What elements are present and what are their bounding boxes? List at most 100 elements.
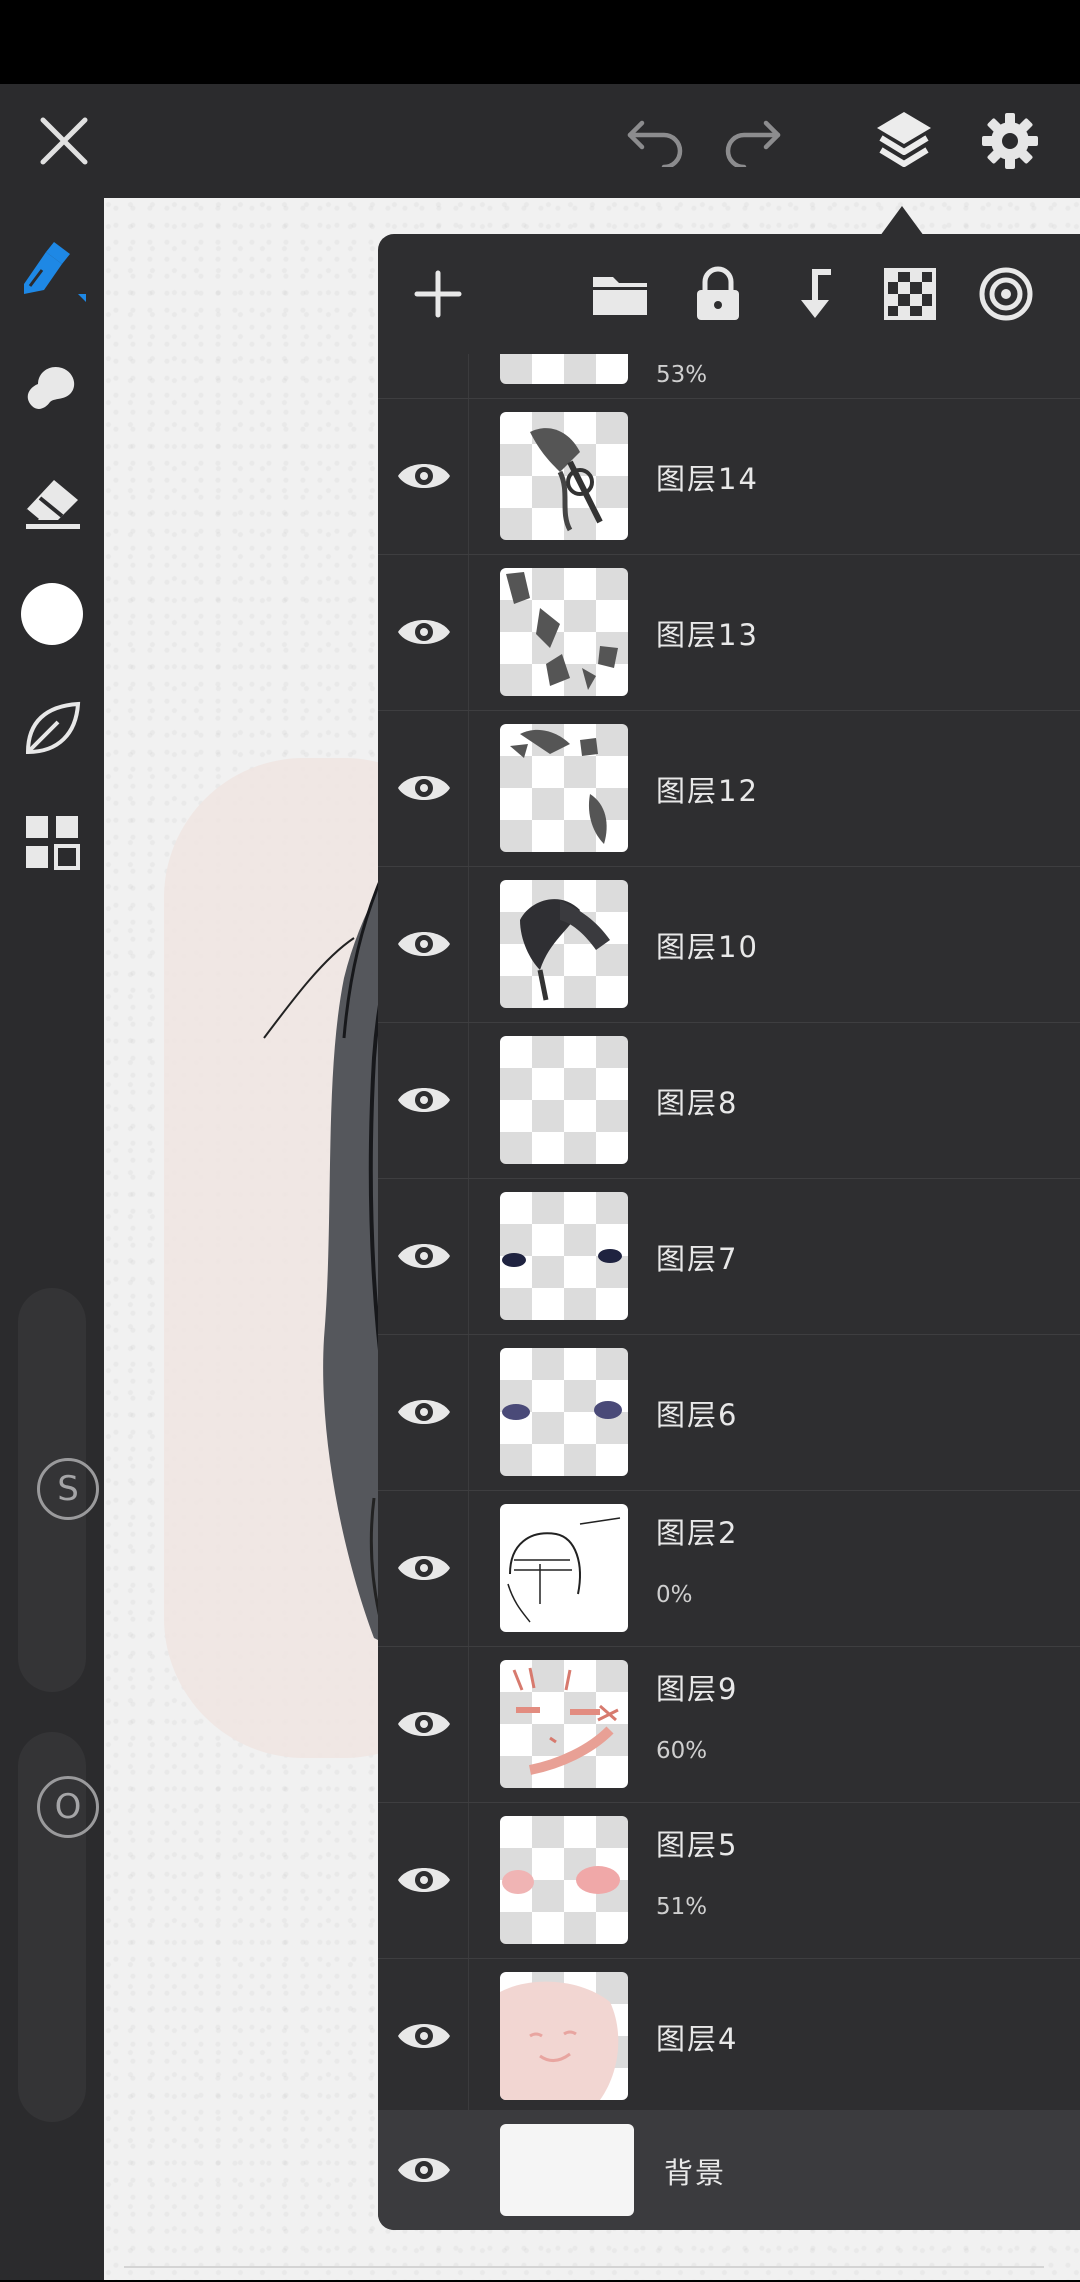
lock-button[interactable] bbox=[678, 254, 758, 334]
alpha-lock-button[interactable] bbox=[870, 254, 950, 334]
eye-icon[interactable] bbox=[396, 612, 452, 652]
eraser-tool-button[interactable] bbox=[12, 460, 92, 540]
layer-thumbnail bbox=[500, 1660, 628, 1788]
gallery-button[interactable] bbox=[12, 802, 92, 882]
layer-row[interactable]: 图层6 bbox=[378, 1334, 1080, 1491]
merge-down-button[interactable] bbox=[774, 254, 854, 334]
layer-target-button[interactable] bbox=[966, 254, 1046, 334]
eye-icon[interactable] bbox=[396, 768, 452, 808]
opacity-slider-label: O bbox=[54, 1787, 82, 1827]
layer-name: 图层10 bbox=[656, 930, 759, 964]
grid-icon bbox=[26, 816, 80, 870]
eraser-icon bbox=[25, 480, 80, 529]
folder-button[interactable] bbox=[580, 254, 660, 334]
layer-row[interactable]: 图层13 bbox=[378, 554, 1080, 711]
layers-icon bbox=[877, 112, 931, 167]
layer-name: 图层5 bbox=[656, 1828, 739, 1862]
background-layer-name: 背景 bbox=[664, 2156, 727, 2190]
layer-name: 图层9 bbox=[656, 1672, 739, 1706]
eye-icon[interactable] bbox=[396, 2150, 452, 2190]
layer-row-partial[interactable]: 53% bbox=[378, 354, 1080, 399]
layer-thumbnail bbox=[500, 1036, 628, 1164]
checker-icon bbox=[884, 268, 936, 320]
layer-opacity: 0% bbox=[656, 1582, 693, 1608]
leaf-icon bbox=[25, 701, 81, 755]
layers-panel-toolbar bbox=[378, 234, 1080, 354]
top-toolbar bbox=[0, 84, 1080, 198]
eye-icon[interactable] bbox=[396, 1704, 452, 1744]
brush-opacity-knob[interactable]: O bbox=[37, 1776, 99, 1838]
layer-list[interactable]: 53% 图层14 图层13 图层12 图层10 图层8 图层7 图层6 图层2 … bbox=[378, 354, 1080, 2230]
layer-thumbnail bbox=[500, 1504, 628, 1632]
layer-opacity: 60% bbox=[656, 1738, 708, 1764]
settings-button[interactable] bbox=[970, 98, 1050, 184]
layer-name: 图层14 bbox=[656, 462, 759, 496]
brush-size-slider[interactable]: S bbox=[18, 1288, 99, 1692]
close-icon bbox=[40, 117, 88, 165]
eye-icon[interactable] bbox=[396, 1548, 452, 1588]
eye-icon[interactable] bbox=[396, 1236, 452, 1276]
layer-name: 图层6 bbox=[656, 1398, 739, 1432]
merge-down-icon bbox=[801, 269, 831, 318]
eye-icon[interactable] bbox=[396, 2016, 452, 2056]
eye-icon[interactable] bbox=[396, 456, 452, 496]
add-icon bbox=[414, 270, 462, 318]
smudge-tool-button[interactable] bbox=[12, 346, 92, 426]
size-slider-label: S bbox=[57, 1469, 79, 1509]
brush-tool-button[interactable] bbox=[12, 230, 92, 310]
layer-name: 图层13 bbox=[656, 618, 759, 652]
layer-row[interactable]: 图层7 bbox=[378, 1178, 1080, 1335]
layer-row[interactable]: 图层12 bbox=[378, 710, 1080, 867]
background-thumbnail bbox=[500, 2124, 634, 2216]
layer-thumbnail bbox=[500, 412, 628, 540]
eye-icon[interactable] bbox=[396, 924, 452, 964]
gear-icon bbox=[982, 113, 1038, 169]
brush-opacity-slider[interactable]: O bbox=[18, 1732, 99, 2122]
leaf-tool-button[interactable] bbox=[12, 688, 92, 768]
layer-name: 图层12 bbox=[656, 774, 759, 808]
layer-row[interactable]: 图层4 bbox=[378, 1958, 1080, 2115]
layers-panel-pointer bbox=[880, 206, 924, 236]
layer-name: 图层8 bbox=[656, 1086, 739, 1120]
layer-thumbnail bbox=[500, 724, 628, 852]
status-bar bbox=[0, 0, 1080, 84]
layer-thumbnail bbox=[500, 354, 628, 384]
layer-row[interactable]: 图层8 bbox=[378, 1022, 1080, 1179]
target-icon bbox=[979, 267, 1033, 321]
undo-button[interactable] bbox=[616, 98, 696, 184]
layer-row[interactable]: 图层9 60% bbox=[378, 1646, 1080, 1803]
layer-name: 图层7 bbox=[656, 1242, 739, 1276]
color-picker-button[interactable] bbox=[12, 574, 92, 654]
brush-icon bbox=[24, 242, 86, 302]
layer-row[interactable]: 图层10 bbox=[378, 866, 1080, 1023]
eye-icon[interactable] bbox=[396, 1860, 452, 1900]
layers-panel: 53% 图层14 图层13 图层12 图层10 图层8 图层7 图层6 图层2 … bbox=[378, 234, 1080, 2230]
redo-button[interactable] bbox=[712, 98, 792, 184]
left-toolbar: S O bbox=[0, 198, 104, 2280]
layers-button[interactable] bbox=[862, 94, 946, 184]
undo-icon bbox=[627, 120, 683, 167]
layer-thumbnail bbox=[500, 1972, 628, 2100]
layer-row[interactable]: 图层5 51% bbox=[378, 1802, 1080, 1959]
layer-row[interactable]: 图层2 0% bbox=[378, 1490, 1080, 1647]
layer-thumbnail bbox=[500, 1192, 628, 1320]
layer-opacity: 51% bbox=[656, 1894, 708, 1920]
layer-thumbnail bbox=[500, 1348, 628, 1476]
layer-thumbnail bbox=[500, 568, 628, 696]
layer-row[interactable]: 图层14 bbox=[378, 398, 1080, 555]
eye-icon[interactable] bbox=[396, 1080, 452, 1120]
layer-thumbnail bbox=[500, 1816, 628, 1944]
lock-icon bbox=[697, 266, 739, 320]
brush-size-knob[interactable]: S bbox=[37, 1458, 99, 1520]
eye-icon[interactable] bbox=[396, 1392, 452, 1432]
smudge-icon bbox=[27, 366, 75, 409]
folder-icon bbox=[593, 277, 647, 315]
layer-thumbnail bbox=[500, 880, 628, 1008]
layer-name: 图层4 bbox=[656, 2022, 739, 2056]
close-button[interactable] bbox=[24, 98, 104, 184]
redo-icon bbox=[725, 120, 781, 167]
background-layer-row[interactable]: 背景 bbox=[378, 2110, 1080, 2230]
layer-opacity: 53% bbox=[656, 362, 708, 388]
color-swatch bbox=[21, 583, 83, 645]
add-layer-button[interactable] bbox=[398, 254, 478, 334]
